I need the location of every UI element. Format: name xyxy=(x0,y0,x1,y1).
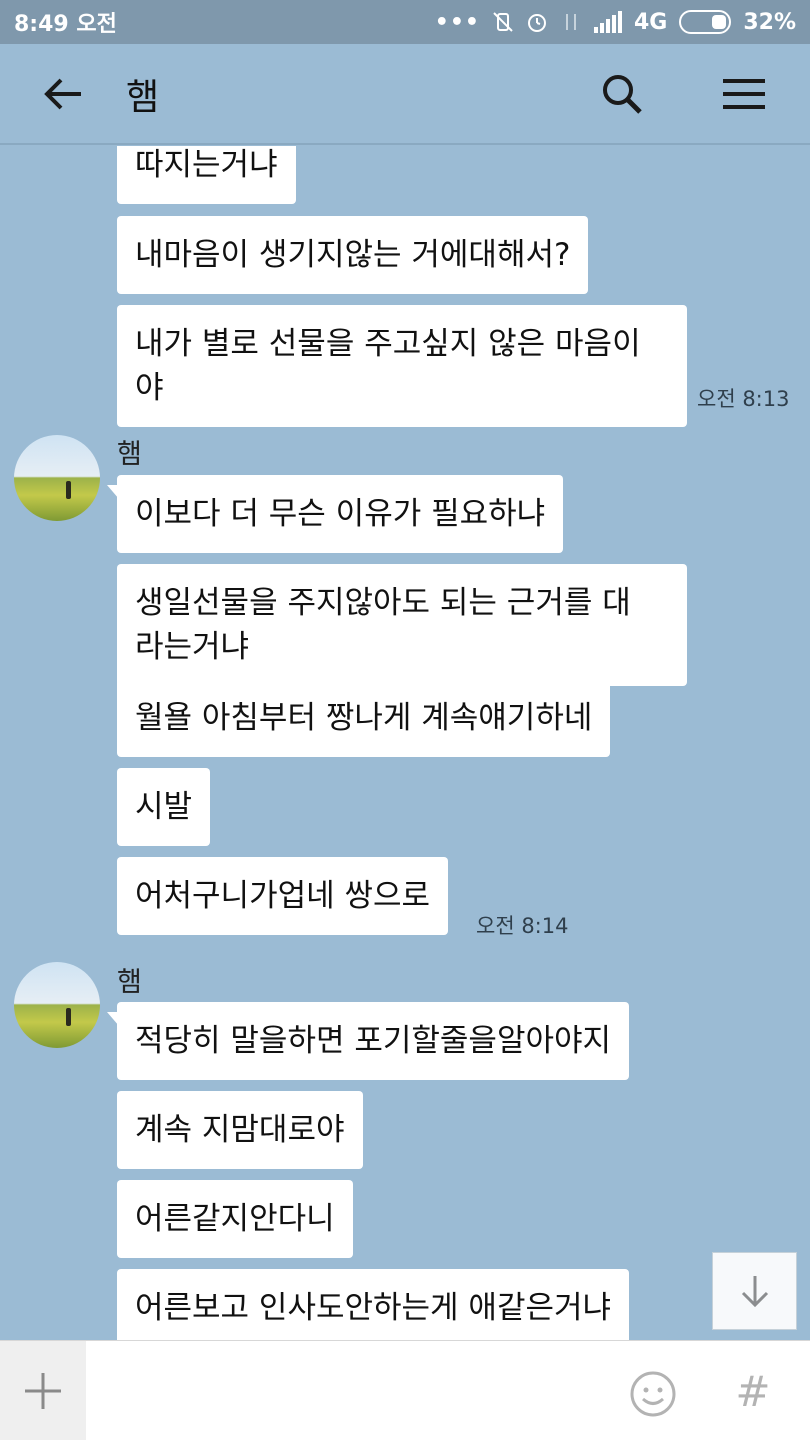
message-bubble[interactable]: 시발 xyxy=(117,768,211,846)
message-bubble[interactable]: 생일선물을 주지않아도 되는 근거를 대 라는거냐 xyxy=(117,564,687,686)
sender-name: 햄 xyxy=(117,439,142,470)
chat-area[interactable]: 따지는거냐 내마음이 생기지않는 거에대해서? 내가 별로 선물을 주고싶지 않… xyxy=(0,146,810,1340)
hashtag-search-button[interactable]: # xyxy=(728,1363,778,1419)
message-bubble[interactable]: 내마음이 생기지않는 거에대해서? xyxy=(117,216,589,294)
alarm-icon xyxy=(526,11,548,33)
message-time: 오전 8:13 xyxy=(697,387,790,411)
arrow-left-icon xyxy=(44,78,81,109)
message-bubble[interactable]: 월욜 아침부터 짱나게 계속얘기하네 xyxy=(117,679,611,757)
sender-name: 햄 xyxy=(117,967,142,998)
message-bubble[interactable]: 어른같지안다니 xyxy=(117,1180,353,1258)
data-transfer-icon xyxy=(560,11,582,33)
message-bubble[interactable]: 따지는거냐 xyxy=(117,146,296,204)
message-bubble[interactable]: 어처구니가업네 쌍으로 xyxy=(117,857,449,935)
vibrate-off-icon xyxy=(492,11,514,33)
status-icons: ••• 4G 32% xyxy=(435,10,796,35)
emoticon-button[interactable] xyxy=(628,1369,678,1419)
chat-header: 햄 xyxy=(0,44,810,145)
scroll-to-bottom-button[interactable] xyxy=(712,1252,797,1330)
arrow-down-icon xyxy=(741,1276,768,1308)
menu-button[interactable] xyxy=(714,64,774,124)
chat-title: 햄 xyxy=(126,76,160,118)
battery-percent: 32% xyxy=(743,9,796,35)
message-bubble[interactable]: 어른보고 인사도안하는게 애같은거냐 xyxy=(117,1269,630,1340)
notification-dots: ••• xyxy=(434,9,480,35)
network-type: 4G xyxy=(633,9,668,35)
message-input[interactable] xyxy=(100,1363,600,1419)
avatar[interactable] xyxy=(14,435,100,521)
message-time: 오전 8:14 xyxy=(476,914,569,938)
message-bubble[interactable]: 계속 지맘대로야 xyxy=(117,1091,363,1169)
message-bubble[interactable]: 적당히 말을하면 포기할줄을알아야지 xyxy=(106,1002,630,1080)
plus-icon xyxy=(25,1373,61,1409)
battery-icon xyxy=(679,10,732,34)
message-bubble[interactable]: 이보다 더 무슨 이유가 필요하냐 xyxy=(106,475,564,553)
hamburger-menu-icon xyxy=(723,78,765,109)
search-button[interactable] xyxy=(592,64,652,124)
signal-icon xyxy=(593,11,622,33)
back-button[interactable] xyxy=(34,64,94,124)
status-time: 8:49 오전 xyxy=(14,12,117,37)
smiley-icon xyxy=(630,1371,676,1417)
message-input-bar: # xyxy=(0,1340,810,1440)
avatar[interactable] xyxy=(14,962,100,1048)
message-bubble[interactable]: 내가 별로 선물을 주고싶지 않은 마음이 야 xyxy=(117,305,687,427)
attach-button[interactable] xyxy=(0,1341,86,1440)
search-icon xyxy=(603,74,642,114)
status-bar: 8:49 오전 ••• 4G 32% xyxy=(0,0,810,44)
